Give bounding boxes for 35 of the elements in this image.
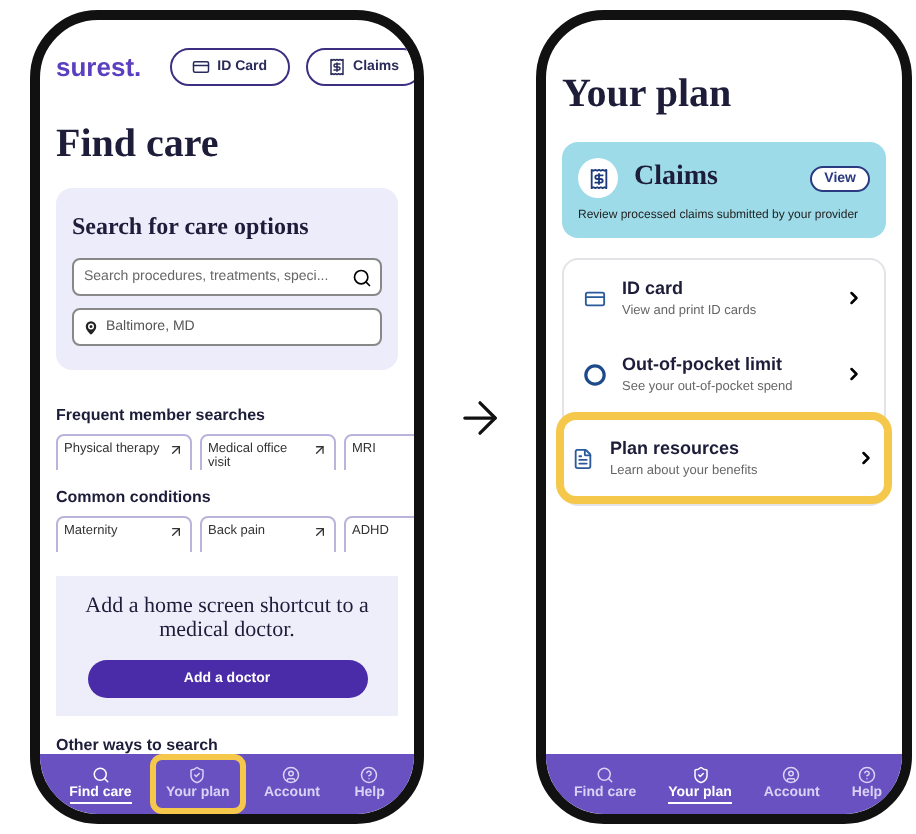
document-icon (572, 447, 594, 469)
help-icon (857, 765, 876, 783)
item-title: Plan resources (610, 438, 742, 458)
arrow-icon (312, 523, 328, 540)
receipt-icon (578, 158, 618, 198)
ring-icon (584, 363, 606, 385)
item-title: ID card (622, 278, 686, 298)
page-title: Your plan (562, 72, 734, 118)
card-title: Claims (634, 162, 720, 194)
receipt-icon (327, 58, 346, 76)
arrow-icon (168, 523, 184, 540)
card-heading: Search for care options (72, 212, 311, 242)
chevron-icon (844, 364, 864, 384)
arrow-icon (168, 442, 184, 458)
search-icon (352, 267, 372, 287)
help-icon (360, 765, 379, 783)
shield-icon (188, 765, 207, 783)
card-icon (584, 287, 606, 309)
shield-icon (691, 765, 709, 783)
card-icon (191, 58, 210, 76)
promo-text: Add a home screen shortcut to a medical doctor. (83, 593, 371, 644)
page-title: Find care (56, 122, 221, 168)
section-heading: Common conditions (56, 487, 213, 506)
section-heading: Frequent member searches (56, 406, 267, 424)
chevron-icon (856, 448, 876, 468)
user-icon (782, 765, 801, 783)
chevron-icon (844, 288, 864, 308)
pin-icon (82, 318, 100, 336)
logo: surest. (56, 52, 142, 82)
arrow-icon (312, 442, 328, 458)
item-title: Out-of-pocket limit (622, 354, 784, 374)
search-icon (91, 765, 110, 783)
section-heading: Other ways to search (56, 736, 220, 754)
search-icon (596, 765, 615, 783)
user-icon (282, 765, 301, 783)
